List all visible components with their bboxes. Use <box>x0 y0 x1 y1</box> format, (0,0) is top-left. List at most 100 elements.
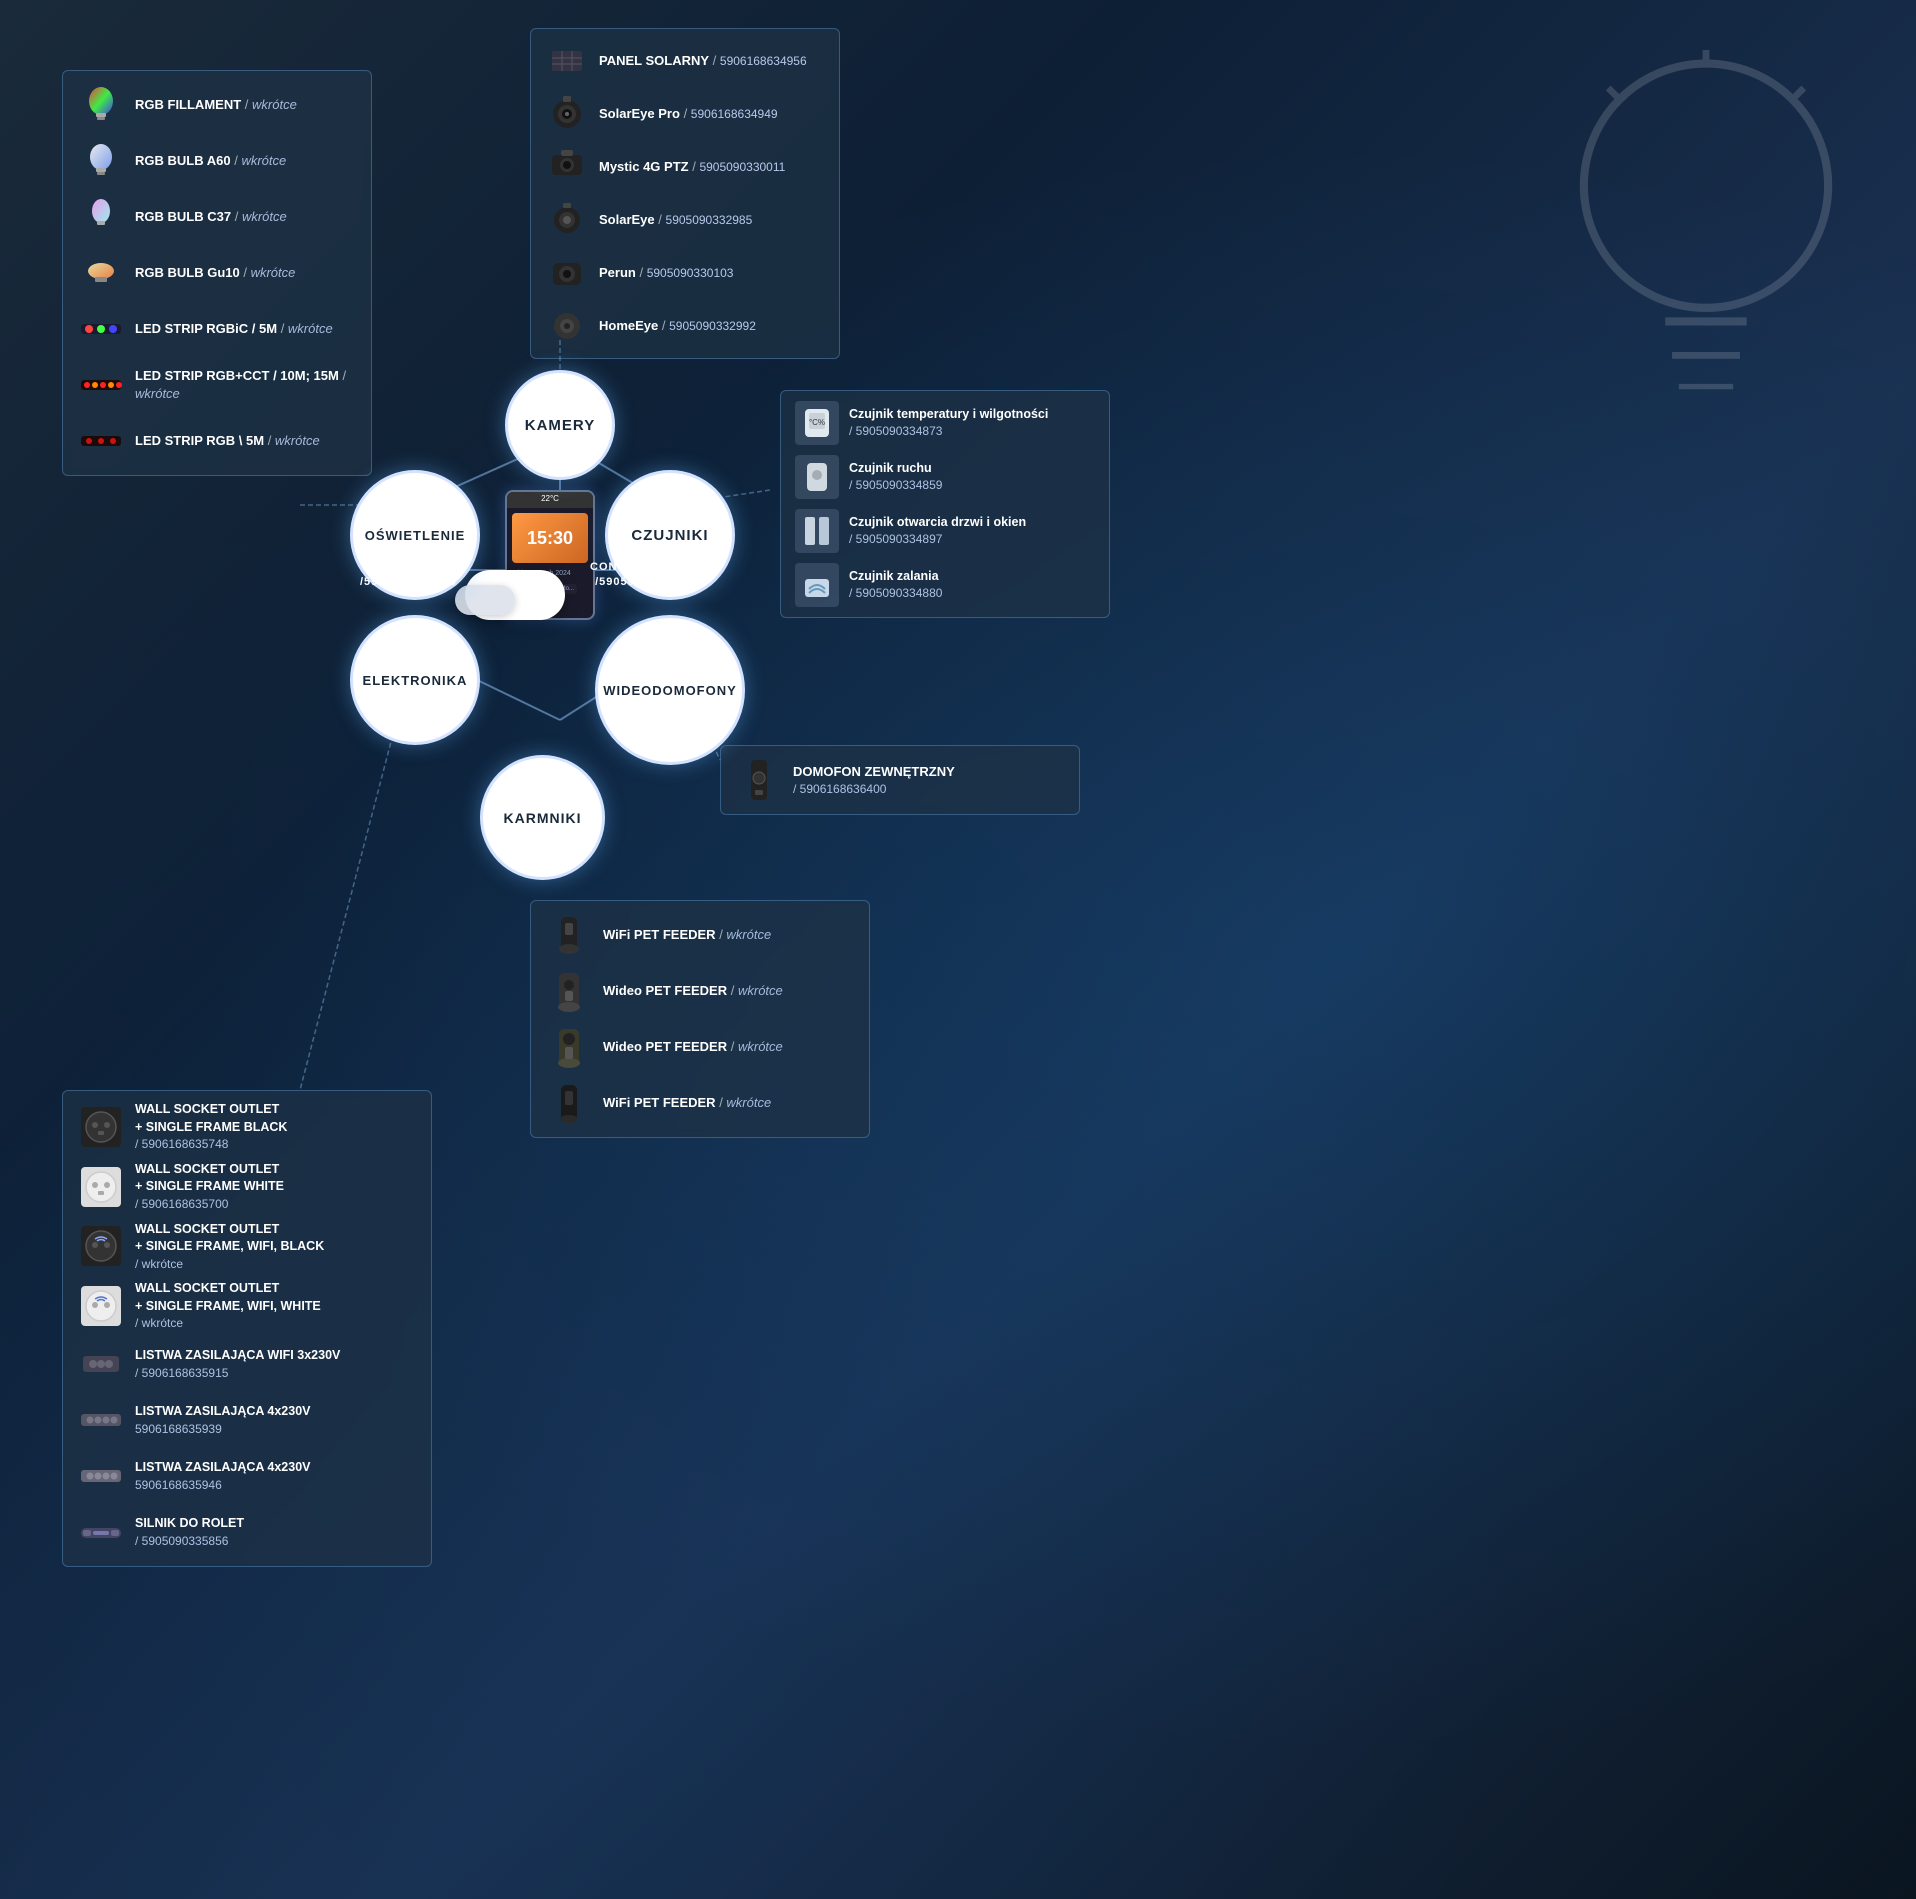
product-text: RGB BULB C37 / wkrótce <box>135 208 287 226</box>
power-strip-4a-icon <box>77 1396 125 1444</box>
product-text: SolarEye / 5905090332985 <box>599 211 752 229</box>
product-text: LED STRIP RGB \ 5M / wkrótce <box>135 432 320 450</box>
doorbell-icon <box>735 756 783 804</box>
product-text: RGB FILLAMENT / wkrótce <box>135 96 297 114</box>
door-sensor-icon <box>795 509 839 553</box>
product-text: RGB BULB Gu10 / wkrótce <box>135 264 295 282</box>
list-item: LISTWA ZASILAJĄCA WIFI 3x230V / 59061686… <box>77 1340 417 1388</box>
product-text: WALL SOCKET OUTLET+ SINGLE FRAME, WIFI, … <box>135 1280 321 1332</box>
list-item: °C% Czujnik temperatury i wilgotności / … <box>795 401 1095 445</box>
list-item: WALL SOCKET OUTLET+ SINGLE FRAME, WIFI, … <box>77 1280 417 1332</box>
power-strip-3-icon <box>77 1340 125 1388</box>
list-item: Mystic 4G PTZ / 5905090330011 <box>545 145 825 189</box>
bulb-decoration <box>1556 50 1856 430</box>
product-text: WALL SOCKET OUTLET+ SINGLE FRAME, WIFI, … <box>135 1221 324 1273</box>
product-text: SolarEye Pro / 5906168634949 <box>599 105 778 123</box>
camera-homeeye-icon <box>545 304 589 348</box>
product-text: WALL SOCKET OUTLET+ SINGLE FRAME BLACK /… <box>135 1101 287 1153</box>
list-item: WALL SOCKET OUTLET+ SINGLE FRAME BLACK /… <box>77 1101 417 1153</box>
list-item: WALL SOCKET OUTLET+ SINGLE FRAME, WIFI, … <box>77 1221 417 1273</box>
list-item: Czujnik zalania / 5905090334880 <box>795 563 1095 607</box>
camera-mystic-icon <box>545 145 589 189</box>
list-item: Wideo PET FEEDER / wkrótce <box>545 967 855 1015</box>
socket-wifi-black-icon <box>77 1222 125 1270</box>
product-text: Czujnik otwarcia drzwi i okien / 5905090… <box>849 514 1026 548</box>
camera-perun-icon <box>545 251 589 295</box>
list-item: HomeEye / 5905090332992 <box>545 304 825 348</box>
list-item: LISTWA ZASILAJĄCA 4x230V 5906168635939 <box>77 1396 417 1444</box>
socket-wifi-white-icon <box>77 1282 125 1330</box>
roller-motor-icon <box>77 1508 125 1556</box>
strip-rgbic-icon <box>77 305 125 353</box>
list-item: Czujnik otwarcia drzwi i okien / 5905090… <box>795 509 1095 553</box>
kamery-node: KAMERY <box>505 370 615 480</box>
bulb-rgb-icon <box>77 81 125 129</box>
list-item: WiFi PET FEEDER / wkrótce <box>545 911 855 959</box>
product-text: SILNIK DO ROLET / 5905090335856 <box>135 1515 244 1549</box>
list-item: PANEL SOLARNY / 5906168634956 <box>545 39 825 83</box>
list-item: DOMOFON ZEWNĘTRZNY / 5906168636400 <box>735 756 1065 804</box>
list-item: LISTWA ZASILAJĄCA 4x230V 5906168635946 <box>77 1452 417 1500</box>
temp-sensor-icon: °C% <box>795 401 839 445</box>
product-text: Perun / 5905090330103 <box>599 264 733 282</box>
list-item: WiFi PET FEEDER / wkrótce <box>545 1079 855 1127</box>
socket-white-icon <box>77 1163 125 1211</box>
list-item: LED STRIP RGBiC / 5M / wkrótce <box>77 305 357 353</box>
product-text: LISTWA ZASILAJĄCA 4x230V 5906168635939 <box>135 1403 311 1437</box>
socket-black-icon <box>77 1103 125 1151</box>
product-text: Mystic 4G PTZ / 5905090330011 <box>599 158 785 176</box>
product-text: DOMOFON ZEWNĘTRZNY / 5906168636400 <box>793 763 955 798</box>
product-text: LED STRIP RGB+CCT / 10M; 15M / wkrótce <box>135 367 357 403</box>
product-text: LED STRIP RGBiC / 5M / wkrótce <box>135 320 333 338</box>
strip-rgbcct-icon <box>77 361 125 409</box>
list-item: SolarEye Pro / 5906168634949 <box>545 92 825 136</box>
camera-solareye-pro-icon <box>545 92 589 136</box>
list-item: RGB BULB C37 / wkrótce <box>77 193 357 241</box>
flood-sensor-icon <box>795 563 839 607</box>
list-item: LED STRIP RGB \ 5M / wkrótce <box>77 417 357 465</box>
solar-panel-icon <box>545 39 589 83</box>
product-text: Czujnik temperatury i wilgotności / 5905… <box>849 406 1048 440</box>
karmniki-panel: WiFi PET FEEDER / wkrótce Wideo PET FEED… <box>530 900 870 1138</box>
svg-text:°C%: °C% <box>809 418 825 427</box>
pet-feeder-1-icon <box>545 911 593 959</box>
list-item: Perun / 5905090330103 <box>545 251 825 295</box>
control-panel-label: CONTROL PANEL/5905090332664 <box>590 560 697 591</box>
gateway-label: GATEWAY/5905090334866 <box>360 560 457 591</box>
cameras-panel: PANEL SOLARNY / 5906168634956 SolarEye P… <box>530 28 840 359</box>
product-text: PANEL SOLARNY / 5906168634956 <box>599 52 807 70</box>
pet-feeder-4-icon <box>545 1079 593 1127</box>
product-text: HomeEye / 5905090332992 <box>599 317 756 335</box>
strip-rgb-icon <box>77 417 125 465</box>
product-text: WALL SOCKET OUTLET+ SINGLE FRAME WHITE /… <box>135 1161 284 1213</box>
product-text: Czujnik ruchu / 5905090334859 <box>849 460 942 494</box>
power-strip-4b-icon <box>77 1452 125 1500</box>
elektronika-node: ELEKTRONIKA <box>350 615 480 745</box>
product-text: RGB BULB A60 / wkrótce <box>135 152 286 170</box>
wideodomofony-panel: DOMOFON ZEWNĘTRZNY / 5906168636400 <box>720 745 1080 815</box>
list-item: RGB BULB A60 / wkrótce <box>77 137 357 185</box>
list-item: RGB FILLAMENT / wkrótce <box>77 81 357 129</box>
list-item: SolarEye / 5905090332985 <box>545 198 825 242</box>
lighting-panel: RGB FILLAMENT / wkrótce RGB BULB A60 / w… <box>62 70 372 476</box>
list-item: WALL SOCKET OUTLET+ SINGLE FRAME WHITE /… <box>77 1161 417 1213</box>
product-text: Czujnik zalania / 5905090334880 <box>849 568 942 602</box>
motion-sensor-icon <box>795 455 839 499</box>
bulb-gu10-icon <box>77 249 125 297</box>
product-text: LISTWA ZASILAJĄCA 4x230V 5906168635946 <box>135 1459 311 1493</box>
product-text: WiFi PET FEEDER / wkrótce <box>603 926 771 944</box>
pet-feeder-2-icon <box>545 967 593 1015</box>
product-text: WiFi PET FEEDER / wkrótce <box>603 1094 771 1112</box>
bulb-c37-icon <box>77 193 125 241</box>
wideodomofony-node: WIDEODOMOFONY <box>595 615 745 765</box>
camera-solareye-icon <box>545 198 589 242</box>
list-item: Wideo PET FEEDER / wkrótce <box>545 1023 855 1071</box>
product-text: Wideo PET FEEDER / wkrótce <box>603 982 783 1000</box>
pet-feeder-3-icon <box>545 1023 593 1071</box>
karmniki-node: KARMNIKI <box>480 755 605 880</box>
list-item: LED STRIP RGB+CCT / 10M; 15M / wkrótce <box>77 361 357 409</box>
bulb-a60-icon <box>77 137 125 185</box>
sensors-panel: °C% Czujnik temperatury i wilgotności / … <box>780 390 1110 618</box>
product-text: LISTWA ZASILAJĄCA WIFI 3x230V / 59061686… <box>135 1347 340 1381</box>
electronics-panel: WALL SOCKET OUTLET+ SINGLE FRAME BLACK /… <box>62 1090 432 1567</box>
